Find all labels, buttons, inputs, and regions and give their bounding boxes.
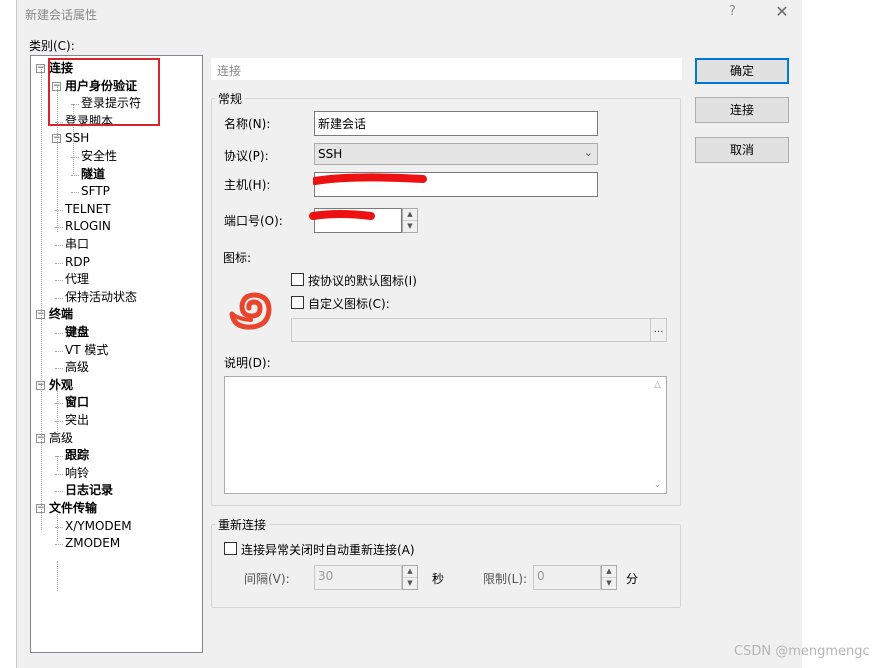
category-tree[interactable]: 连接 − 用户身份验证 − 登录提示符 登录脚本 SSH − 安全性 隧道 SFTP TELNET RL…	[30, 55, 203, 653]
tree-connector	[55, 262, 63, 264]
reconnect-group-title: 重新连接	[215, 516, 270, 533]
category-item[interactable]: 终端	[49, 306, 73, 323]
icon-label: 图标:	[223, 251, 252, 265]
description-textarea[interactable]: △ ⌄	[224, 376, 667, 494]
tree-connector	[41, 69, 42, 530]
category-item[interactable]: RDP	[65, 254, 90, 271]
custom-icon-checkbox[interactable]	[291, 296, 304, 309]
custom-icon-path-input: ...	[291, 318, 667, 342]
tree-connector	[55, 297, 63, 299]
default-icon-label: 按协议的默认图标(I)	[308, 274, 417, 288]
scroll-down-icon[interactable]: ⌄	[649, 480, 666, 490]
auto-reconnect-checkbox[interactable]	[224, 542, 237, 555]
default-icon-checkbox[interactable]	[291, 273, 304, 286]
up-arrow-icon: ▲	[602, 566, 616, 578]
redaction-mark	[309, 210, 375, 220]
auto-reconnect-label: 连接异常关闭时自动重新连接(A)	[241, 543, 415, 557]
category-item[interactable]: 窗口	[65, 394, 89, 411]
protocol-select[interactable]: SSH ⌄	[314, 143, 598, 165]
category-item[interactable]: 响铃	[65, 465, 89, 482]
category-item[interactable]: 外观	[49, 377, 73, 394]
limit-label: 限制(L):	[483, 572, 528, 586]
category-item[interactable]: SFTP	[81, 183, 110, 200]
tree-connector	[55, 245, 63, 246]
interval-input: 30	[314, 565, 402, 590]
category-item[interactable]: 跟踪	[65, 447, 89, 464]
category-item[interactable]: ZMODEM	[65, 535, 120, 552]
interval-unit: 秒	[432, 572, 445, 586]
port-label: 端口号(O):	[224, 214, 283, 228]
category-item[interactable]: 高级	[49, 430, 73, 447]
category-item[interactable]: 安全性	[81, 148, 117, 165]
category-item[interactable]: 隧道	[81, 166, 105, 183]
category-label: 类别(C):	[29, 39, 75, 53]
name-label: 名称(N):	[224, 117, 271, 131]
limit-input: 0	[533, 565, 601, 590]
down-arrow-icon: ▼	[407, 578, 413, 587]
scroll-up-icon[interactable]: △	[649, 380, 666, 390]
category-item[interactable]: 保持活动状态	[65, 289, 137, 306]
category-item[interactable]: 键盘	[65, 324, 89, 341]
tree-connector	[57, 509, 58, 541]
redaction-mark	[313, 173, 427, 185]
interval-label: 间隔(V):	[244, 572, 290, 586]
interval-spinner: ▲ ▼	[402, 565, 418, 590]
interval-input-value: 30	[318, 569, 334, 583]
protocol-select-value: SSH	[318, 147, 343, 161]
cancel-button[interactable]: 取消	[695, 137, 789, 163]
down-arrow-icon[interactable]: ▼	[403, 221, 417, 233]
help-button[interactable]: ?	[729, 4, 736, 19]
category-item[interactable]: 突出	[65, 412, 89, 429]
category-item[interactable]: 日志记录	[65, 482, 113, 499]
port-spinner[interactable]: ▲ ▼	[402, 208, 418, 233]
category-item[interactable]: 高级	[65, 359, 89, 376]
connect-button[interactable]: 连接	[695, 97, 789, 123]
limit-unit: 分	[626, 572, 639, 586]
host-label: 主机(H):	[224, 178, 271, 192]
browse-button[interactable]: ...	[650, 319, 666, 341]
tree-connector	[71, 192, 79, 194]
limit-spinner: ▲ ▼	[601, 565, 617, 590]
category-item[interactable]: VT 模式	[65, 342, 108, 359]
session-icon	[229, 292, 272, 330]
annotation-highlight-box	[48, 58, 160, 126]
category-item[interactable]: RLOGIN	[65, 218, 111, 235]
protocol-label: 协议(P):	[224, 149, 269, 163]
category-item[interactable]: X/YMODEM	[65, 518, 132, 535]
watermark: CSDN @mengmengc	[734, 644, 870, 659]
tree-connector	[57, 386, 58, 436]
tree-connector	[57, 561, 58, 591]
up-arrow-icon[interactable]: ▲	[403, 209, 417, 221]
tree-connector	[55, 473, 63, 475]
window-title: 新建会话属性	[25, 8, 98, 22]
tree-connector	[55, 333, 63, 334]
vertical-scrollbar[interactable]: △ ⌄	[649, 377, 666, 493]
category-item[interactable]: 代理	[65, 271, 89, 288]
session-properties-dialog: 新建会话属性 ? ✕ 类别(C): 连接 − 用户身份验证 − 登录提示符 登录脚本 SSH…	[16, 0, 802, 668]
section-header: 连接	[211, 58, 682, 80]
name-input[interactable]: 新建会话	[314, 111, 598, 136]
limit-input-value: 0	[537, 569, 545, 583]
close-icon[interactable]: ✕	[771, 2, 793, 21]
tree-connector	[55, 350, 63, 352]
category-item[interactable]: SSH	[65, 130, 89, 147]
name-input-value: 新建会话	[318, 117, 367, 131]
custom-icon-label: 自定义图标(C):	[308, 297, 390, 311]
ok-button[interactable]: 确定	[695, 58, 789, 84]
description-label: 说明(D):	[224, 356, 271, 370]
general-group-title: 常规	[215, 90, 246, 107]
tree-connector	[55, 491, 63, 493]
tree-connector	[55, 280, 63, 282]
up-arrow-icon: ▲	[403, 566, 417, 578]
tree-connector	[57, 456, 58, 471]
tree-connector	[71, 174, 79, 176]
chevron-down-icon: ⌄	[583, 146, 593, 159]
category-item[interactable]: 串口	[65, 236, 89, 253]
tree-connector	[55, 368, 63, 370]
category-item[interactable]: TELNET	[65, 201, 111, 218]
down-arrow-icon: ▼	[606, 578, 612, 587]
title-bar: 新建会话属性 ? ✕	[17, 0, 802, 28]
tree-connector	[55, 544, 63, 546]
